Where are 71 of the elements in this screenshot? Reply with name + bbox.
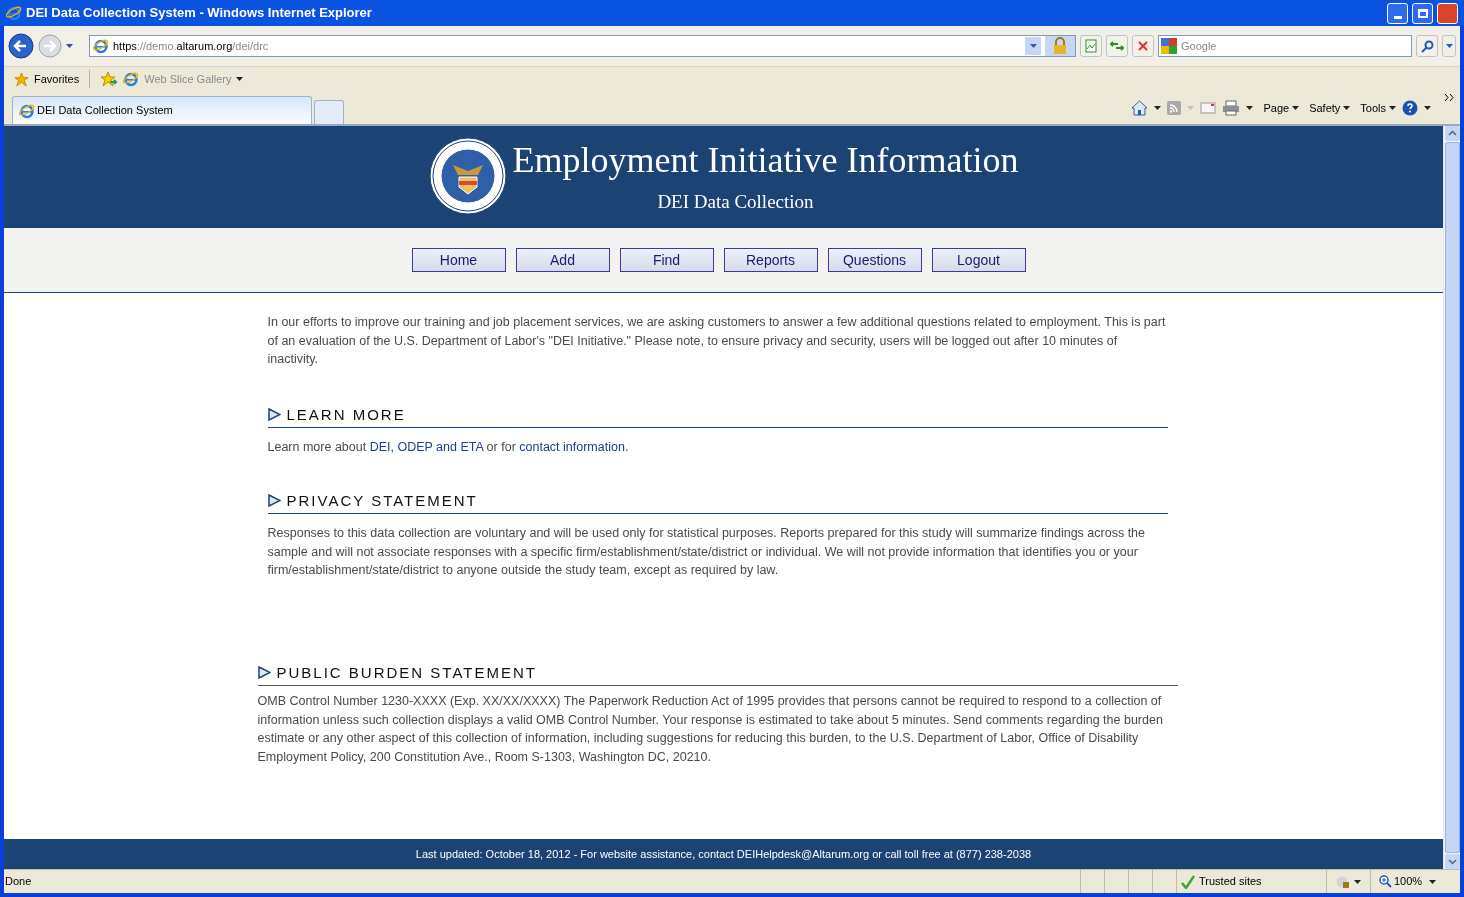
stop-icon[interactable] (1132, 35, 1154, 57)
help-icon[interactable] (1402, 99, 1418, 116)
nav-button[interactable]: Questions (827, 248, 922, 272)
section-text: Learn more about DEI, ODEP and ETA or for contact information. (267, 439, 630, 456)
minimize-icon[interactable] (1387, 2, 1408, 24)
add-favorite-icon[interactable] (100, 71, 119, 87)
checkmark-icon (1181, 874, 1195, 889)
section-heading: LEARN MORE (286, 405, 406, 424)
triangle-icon (267, 494, 281, 508)
scroll-up-icon[interactable] (1444, 126, 1460, 141)
caret-icon[interactable] (1424, 105, 1431, 110)
section-text: Responses to this data collection are voluntary and will be used only for statistical purposes. Reports prepared for this study will summarize findings across the sample and will not associate responses with a specific firm/establishment/state/district or individual. We will not provide information that identifies you or your firm/establishment/state/district to anyone outside the study team, except as required by law. (267, 525, 1146, 579)
page-title: Employment Initiative Information (512, 138, 1019, 182)
nav-button[interactable]: Find (619, 248, 714, 272)
search-icon[interactable] (1416, 35, 1438, 57)
status-text: Done (4, 874, 33, 890)
caret-icon[interactable] (66, 44, 73, 48)
search-options-button[interactable] (1442, 35, 1456, 57)
menu-button[interactable]: Safety (1309, 99, 1351, 116)
close-icon[interactable] (1437, 2, 1458, 24)
scroll-down-icon[interactable] (1444, 854, 1460, 869)
menu-button[interactable]: Tools (1360, 99, 1396, 116)
nav-button[interactable]: Reports (723, 248, 818, 272)
caret-icon[interactable] (1354, 879, 1361, 884)
favorites-button[interactable]: Favorites (34, 70, 80, 88)
tab-icon (19, 102, 35, 119)
search-input[interactable]: Google (1181, 37, 1411, 55)
web-slice-icon (123, 71, 140, 87)
caret-icon[interactable] (1246, 105, 1254, 110)
caret-icon[interactable] (236, 77, 244, 81)
triangle-icon (267, 408, 281, 422)
page-icon (93, 38, 109, 54)
window-title: DEI Data Collection System - Windows Internet Explorer (26, 4, 372, 23)
footer-text: Last updated: October 18, 2012 - For website assistance, contact DEIHelpdesk@Altarum.org or call toll free at (877) 238-2038 (415, 846, 1032, 862)
caret-icon[interactable] (1154, 105, 1162, 110)
browser-logo-icon (6, 5, 22, 21)
chevron-icon[interactable] (1445, 93, 1454, 101)
page-subtitle: DEI Data Collection (657, 189, 814, 214)
nav-button[interactable]: Home (411, 248, 506, 272)
intro-paragraph: In our efforts to improve our training and job placement services, we are asking customers to answer a few additional questions related to employment. This is part of an evaluation of the U.S. Department of Labor's "DEI Initiative." Please note, to ensure privacy and security, users will be logged out after 10 minutes of inactivity. (267, 314, 1167, 368)
triangle-icon (257, 666, 271, 680)
star-icon (14, 71, 29, 87)
caret-icon[interactable] (1292, 105, 1300, 110)
section-heading: PUBLIC BURDEN STATEMENT (276, 663, 537, 682)
nav-button[interactable]: Add (515, 248, 610, 272)
search-field[interactable]: Google (1158, 35, 1412, 57)
zoom-button[interactable]: 100% (1370, 870, 1460, 893)
globe-lock-icon (1336, 874, 1350, 889)
zoom-icon (1379, 875, 1392, 888)
refresh-icon[interactable] (1106, 35, 1128, 57)
home-icon[interactable] (1131, 99, 1149, 116)
caret-icon[interactable] (1389, 105, 1396, 110)
lock-icon[interactable] (1045, 36, 1075, 56)
caret-icon[interactable] (1429, 879, 1436, 884)
security-zone-text: Trusted sites (1199, 874, 1262, 890)
text-link[interactable]: DEI, ODEP and ETA (369, 440, 484, 454)
caret-icon[interactable] (1343, 105, 1351, 110)
maximize-icon[interactable] (1412, 2, 1433, 24)
text-link[interactable]: contact information (519, 440, 625, 454)
address-field[interactable]: https://demo.altarum.org/dei/drc (89, 35, 1076, 57)
back-icon[interactable] (8, 33, 34, 59)
burden-paragraph: OMB Control Number 1230-XXXX (Exp. XX/XX/XXXX) The Paperwork Reduction Act of 1995 provides that persons cannot be required to respond to a collection of information unless such collection displays a valid OMB Control Number. Your response is estimated to take about 5 minutes. Send comments regarding the burden estimate or any other aspect of this collection of information, including suggestions for reducing this burden, to the U.S. Department of Labor, Office of Disability Employment Policy, 200 Constitution Ave., Room S-1303, Washington DC, 20210. (257, 693, 1164, 766)
dropdown-button[interactable] (1025, 37, 1041, 55)
url-text: https://demo.altarum.org/dei/drc (113, 38, 270, 54)
menu-button[interactable]: Page (1263, 99, 1300, 116)
nav-button[interactable]: Logout (931, 248, 1026, 272)
search-provider-icon (1161, 38, 1177, 54)
print-icon[interactable] (1222, 99, 1241, 116)
section-heading: PRIVACY STATEMENT (286, 491, 478, 510)
mail-icon[interactable] (1200, 101, 1217, 114)
browser-tab[interactable]: DEI Data Collection System (12, 96, 312, 124)
